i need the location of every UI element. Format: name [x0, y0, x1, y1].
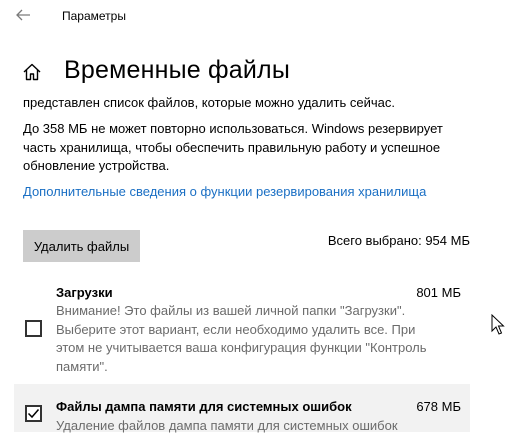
item-name: Файлы дампа памяти для системных ошибок	[56, 399, 352, 414]
title-bar: Параметры	[0, 0, 532, 32]
page-title: Временные файлы	[64, 56, 290, 84]
reserved-storage-link[interactable]: Дополнительные сведения о функции резерв…	[23, 184, 426, 199]
item-size: 801 МБ	[416, 285, 461, 300]
downloads-checkbox[interactable]	[25, 320, 42, 337]
reserved-storage-description: До 358 МБ не может повторно использовать…	[23, 121, 443, 173]
window-title: Параметры	[62, 9, 126, 23]
item-description: Внимание! Это файлы из вашей личной папк…	[56, 303, 427, 374]
home-icon[interactable]	[22, 62, 42, 82]
back-arrow-icon[interactable]	[14, 6, 32, 24]
memory-dump-checkbox[interactable]	[25, 405, 42, 422]
item-name: Загрузки	[56, 285, 113, 300]
list-item-memory-dump[interactable]: Файлы дампа памяти для системных ошибок …	[14, 384, 470, 433]
total-selected-label: Всего выбрано: 954 МБ	[327, 233, 470, 248]
list-item-downloads[interactable]: Загрузки 801 МБ Внимание! Это файлы из в…	[14, 278, 470, 378]
item-description: Удаление файлов дампа памяти для системн…	[56, 418, 398, 433]
checkmark-icon	[27, 409, 40, 419]
description-line: представлен список файлов, которые можно…	[23, 95, 395, 110]
mouse-cursor-icon	[491, 313, 505, 336]
item-size: 678 МБ	[416, 399, 461, 414]
delete-files-button[interactable]: Удалить файлы	[23, 230, 140, 262]
